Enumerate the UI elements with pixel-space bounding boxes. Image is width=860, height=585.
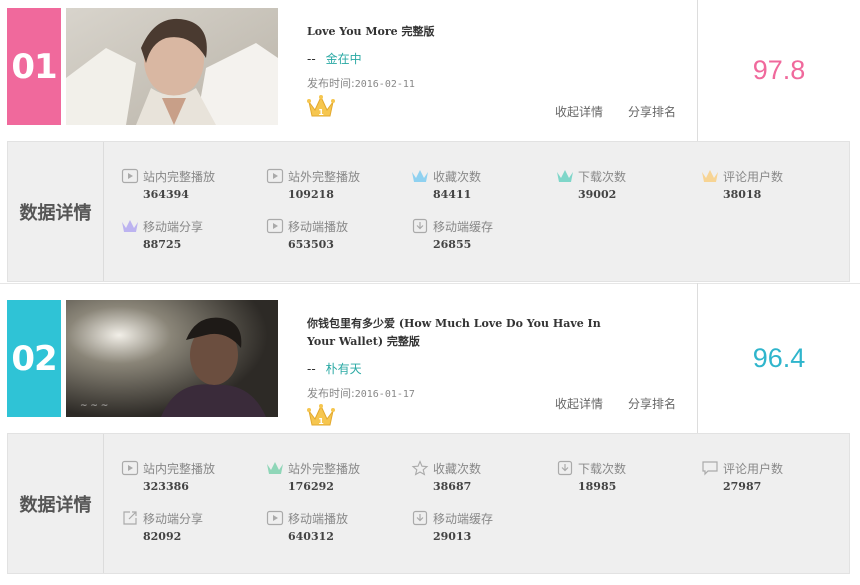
svg-text:~ ~ ~: ~ ~ ~ (80, 401, 108, 411)
stat-label: 评论用户数 (723, 169, 784, 184)
stat-mobile-plays: 移动端播放 640312 (266, 509, 348, 543)
stat-mobile-plays: 移动端播放 653503 (266, 217, 348, 251)
crown-teal-icon (557, 170, 573, 182)
collapse-details-button[interactable]: 收起详情 (555, 395, 603, 412)
stat-value: 176292 (288, 480, 334, 493)
svg-text:1: 1 (318, 417, 324, 426)
artist-line: -- 金在中 (307, 50, 362, 67)
stat-downloads: 下载次数 18985 (556, 459, 626, 493)
stat-value: 364394 (143, 188, 189, 201)
stat-value: 653503 (288, 238, 334, 251)
data-details-label: 数据详情 (8, 434, 104, 573)
release-label: 发布时间: (307, 77, 355, 90)
release-line: 发布时间:2016-01-17 (307, 385, 415, 401)
stat-value: 109218 (288, 188, 334, 201)
release-line: 发布时间:2016-02-11 (307, 75, 415, 91)
stat-mobile-cache: 移动端缓存 26855 (411, 217, 493, 251)
entry-summary: 02 ~ ~ ~ 你钱包里有多少爱 (How Much Love Do You … (0, 283, 860, 433)
stat-offsite-plays: 站外完整播放 176292 (266, 459, 360, 493)
song-title[interactable]: 你钱包里有多少爱 (How Much Love Do You Have In Y… (307, 315, 607, 351)
data-details-label: 数据详情 (8, 142, 104, 281)
artist-link[interactable]: 朴有天 (326, 362, 362, 376)
score: 96.4 (697, 283, 860, 433)
artist-line: -- 朴有天 (307, 360, 362, 377)
stat-offsite-plays: 站外完整播放 109218 (266, 167, 360, 201)
play-icon (266, 168, 284, 184)
stat-label: 评论用户数 (723, 461, 784, 476)
share-rank-button[interactable]: 分享排名 (628, 395, 676, 412)
score: 97.8 (697, 0, 860, 141)
stat-value: 27987 (723, 480, 762, 493)
download-icon (557, 460, 573, 476)
stat-value: 18985 (578, 480, 617, 493)
stat-label: 下载次数 (578, 461, 627, 476)
stat-onsite-plays: 站内完整播放 323386 (121, 459, 215, 493)
stat-label: 移动端分享 (143, 511, 204, 526)
artist-dash: -- (307, 362, 316, 376)
stat-label: 下载次数 (578, 169, 627, 184)
share-rank-button[interactable]: 分享排名 (628, 103, 676, 120)
stat-commenters: 评论用户数 38018 (701, 167, 783, 201)
stat-label: 站内完整播放 (143, 169, 216, 184)
stat-label: 移动端播放 (288, 219, 349, 234)
stat-downloads: 下载次数 39002 (556, 167, 626, 201)
crown-gold-icon: 1 (307, 94, 335, 120)
rank-badge: 01 (7, 8, 61, 125)
artist-dash: -- (307, 52, 316, 66)
stat-mobile-shares: 移动端分享 82092 (121, 509, 203, 543)
play-icon (266, 218, 284, 234)
play-icon (121, 460, 139, 476)
song-title[interactable]: Love You More 完整版 (307, 23, 607, 41)
crown-teal-icon (267, 462, 283, 474)
stat-label: 移动端播放 (288, 511, 349, 526)
crown-purple-icon (122, 220, 138, 232)
release-date: 2016-02-11 (354, 79, 415, 90)
artist-link[interactable]: 金在中 (326, 52, 362, 66)
stat-value: 640312 (288, 530, 334, 543)
download-icon (412, 218, 428, 234)
svg-text:1: 1 (318, 108, 324, 117)
stat-label: 站内完整播放 (143, 461, 216, 476)
play-icon (266, 510, 284, 526)
stat-value: 38018 (723, 188, 762, 201)
download-icon (412, 510, 428, 526)
data-details-panel: 数据详情 站内完整播放 364394 站外完整播放 109218 收藏次数 84… (7, 141, 850, 282)
stat-value: 323386 (143, 480, 189, 493)
entry-summary: 01 Love You More 完整版 -- 金在中 发布时间:2016-02… (0, 0, 860, 141)
stat-label: 站外完整播放 (288, 169, 361, 184)
play-icon (121, 168, 139, 184)
song-thumbnail[interactable]: ~ ~ ~ (66, 300, 278, 417)
stat-label: 移动端缓存 (433, 511, 494, 526)
crown-blue-icon (412, 170, 428, 182)
stat-value: 82092 (143, 530, 182, 543)
stat-label: 站外完整播放 (288, 461, 361, 476)
stat-mobile-cache: 移动端缓存 29013 (411, 509, 493, 543)
stat-value: 84411 (433, 188, 472, 201)
stat-mobile-shares: 移动端分享 88725 (121, 217, 203, 251)
star-icon (411, 460, 429, 476)
stat-value: 88725 (143, 238, 182, 251)
stat-value: 29013 (433, 530, 472, 543)
stat-label: 移动端分享 (143, 219, 204, 234)
release-date: 2016-01-17 (354, 389, 415, 400)
song-thumbnail[interactable] (66, 8, 278, 125)
stat-value: 26855 (433, 238, 472, 251)
crown-gold-icon: 1 (307, 403, 335, 429)
stat-label: 收藏次数 (433, 461, 482, 476)
share-icon (123, 511, 137, 525)
comment-icon (702, 461, 718, 476)
stat-value: 39002 (578, 188, 617, 201)
stat-favorites: 收藏次数 38687 (411, 459, 481, 493)
data-details-panel: 数据详情 站内完整播放 323386 站外完整播放 176292 收藏次数 38… (7, 433, 850, 574)
stat-onsite-plays: 站内完整播放 364394 (121, 167, 215, 201)
release-label: 发布时间: (307, 387, 355, 400)
stat-label: 移动端缓存 (433, 219, 494, 234)
stat-value: 38687 (433, 480, 472, 493)
stat-favorites: 收藏次数 84411 (411, 167, 481, 201)
rank-badge: 02 (7, 300, 61, 417)
stat-label: 收藏次数 (433, 169, 482, 184)
collapse-details-button[interactable]: 收起详情 (555, 103, 603, 120)
crown-gold-icon (702, 170, 718, 182)
stat-commenters: 评论用户数 27987 (701, 459, 783, 493)
